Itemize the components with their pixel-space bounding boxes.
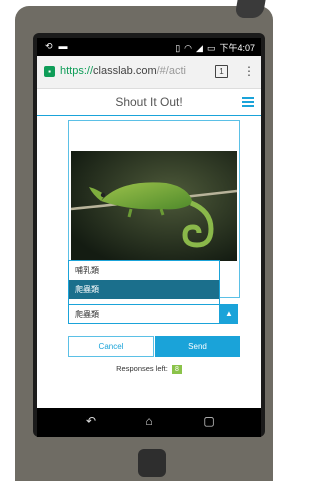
recents-icon[interactable]: ▢: [199, 414, 219, 428]
responses-count-badge: 8: [171, 365, 182, 374]
cancel-button[interactable]: Cancel: [68, 336, 154, 357]
caret-up-icon[interactable]: ▲: [220, 304, 238, 324]
content-area: 哺乳類 爬蟲類 爬蟲類 ▲ Cancel Send Responses left…: [37, 38, 261, 408]
android-nav-bar: ↶ ⌂ ▢: [37, 408, 261, 437]
home-icon[interactable]: ⌂: [139, 414, 159, 428]
chameleon-photo: [71, 151, 237, 261]
dropdown-options-list: 哺乳類 爬蟲類: [68, 260, 220, 306]
category-select[interactable]: 爬蟲類: [68, 304, 220, 324]
chameleon-image: [71, 151, 237, 261]
back-icon[interactable]: ↶: [81, 414, 101, 428]
dropdown-option-selected[interactable]: 爬蟲類: [69, 280, 219, 299]
dropdown-option[interactable]: 哺乳類: [69, 261, 219, 280]
physical-home-button[interactable]: [138, 449, 166, 477]
responses-left: Responses left: 8: [37, 364, 261, 374]
send-button[interactable]: Send: [155, 336, 240, 357]
responses-left-label: Responses left:: [116, 364, 168, 373]
